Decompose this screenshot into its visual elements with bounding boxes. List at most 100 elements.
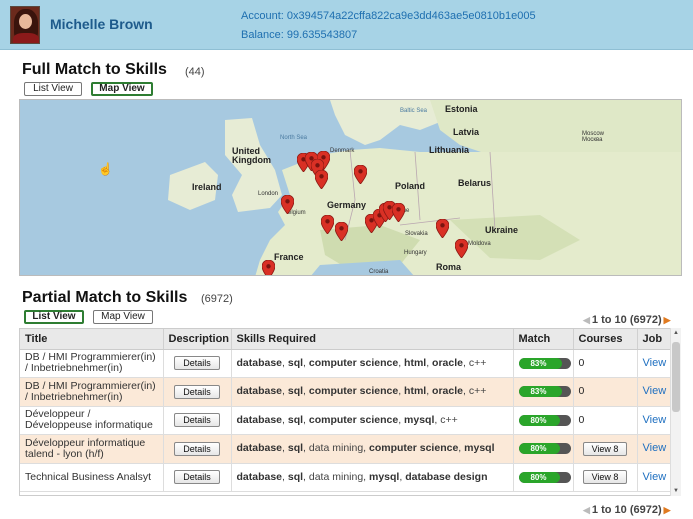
pager-bottom: ◀ 1 to 10 (6972) ▶ bbox=[583, 504, 671, 516]
next-page-icon[interactable]: ▶ bbox=[664, 315, 671, 325]
job-map[interactable]: Baltic Sea Estonia Latvia Moscow Москва … bbox=[19, 99, 682, 276]
view-job-link[interactable]: View bbox=[643, 357, 667, 369]
column-header-match[interactable]: Match bbox=[513, 329, 574, 350]
skills-cell: database, sql, data mining, mysql, datab… bbox=[231, 463, 514, 492]
courses-cell: 0 bbox=[573, 377, 638, 407]
map-pin-icon[interactable] bbox=[455, 239, 468, 258]
details-button[interactable]: Details bbox=[174, 384, 220, 399]
map-pin-icon[interactable] bbox=[281, 195, 294, 214]
column-header-job[interactable]: Job bbox=[637, 329, 672, 350]
job-title: DB / HMI Programmierer(in) / Inbetriebne… bbox=[20, 349, 164, 378]
partial-match-list-view-button[interactable]: List View bbox=[24, 310, 84, 324]
skill-match: sql bbox=[287, 356, 304, 369]
full-match-list-view-button[interactable]: List View bbox=[24, 82, 82, 96]
skill-match: database bbox=[236, 442, 283, 455]
pager-top: ◀ 1 to 10 (6972) ▶ bbox=[583, 314, 671, 326]
column-header-description[interactable]: Description bbox=[163, 329, 232, 350]
skill-match: computer science bbox=[308, 385, 399, 398]
table-row: Technical Business Analsyt Details databas… bbox=[20, 463, 672, 492]
table-header-row: Title Description Skills Required Match … bbox=[20, 329, 672, 350]
description-cell: Details bbox=[163, 377, 232, 407]
match-percent: 80% bbox=[530, 472, 547, 482]
view-job-link[interactable]: View bbox=[643, 442, 667, 454]
scroll-down-icon[interactable]: ▼ bbox=[671, 486, 681, 496]
view-job-link[interactable]: View bbox=[643, 414, 667, 426]
match-percent: 80% bbox=[530, 444, 547, 454]
scroll-up-icon[interactable]: ▲ bbox=[671, 328, 681, 338]
skill-text: , c++ bbox=[462, 356, 487, 369]
skill-match: oracle bbox=[432, 385, 463, 398]
pager-top-label: 1 to 10 (6972) bbox=[591, 314, 662, 326]
map-pin-icon[interactable] bbox=[354, 165, 367, 184]
skill-match: mysql bbox=[404, 413, 435, 426]
map-pin-icon[interactable] bbox=[335, 222, 348, 241]
skill-match: mysql bbox=[464, 442, 495, 455]
map-label-romania: Roma bbox=[436, 262, 462, 272]
details-button[interactable]: Details bbox=[174, 356, 220, 371]
skill-match: database bbox=[236, 413, 283, 426]
match-cell: 80% bbox=[513, 406, 574, 435]
table-scrollbar[interactable]: ▲ ▼ bbox=[670, 328, 681, 496]
skill-match: html bbox=[404, 385, 427, 398]
job-cell: View bbox=[637, 434, 672, 464]
details-button[interactable]: Details bbox=[174, 413, 220, 428]
view-job-link[interactable]: View bbox=[643, 471, 667, 483]
job-title: Développeur / Développeuse informatique bbox=[20, 406, 164, 435]
partial-match-map-view-button[interactable]: Map View bbox=[93, 310, 153, 324]
map-pin-icon[interactable] bbox=[392, 203, 405, 222]
job-cell: View bbox=[637, 406, 672, 435]
job-cell: View bbox=[637, 349, 672, 378]
partial-match-count: (6972) bbox=[201, 293, 233, 305]
skill-match: computer science bbox=[308, 413, 399, 426]
view-job-link[interactable]: View bbox=[643, 385, 667, 397]
view-courses-button[interactable]: View 8 bbox=[583, 441, 627, 456]
map-label-north-sea: North Sea bbox=[280, 135, 308, 141]
full-match-title: Full Match to Skills bbox=[22, 61, 167, 78]
skill-match: database bbox=[236, 356, 283, 369]
map-label-moscow: Moscow Москва bbox=[582, 131, 605, 143]
skills-cell: database, sql, data mining, computer sci… bbox=[231, 434, 514, 464]
description-cell: Details bbox=[163, 406, 232, 435]
previous-page-icon[interactable]: ◀ bbox=[583, 505, 590, 515]
skills-cell: database, sql, computer science, html, o… bbox=[231, 377, 514, 407]
previous-page-icon[interactable]: ◀ bbox=[583, 315, 590, 325]
skill-match: mysql bbox=[369, 470, 400, 483]
skill-text: , data mining, bbox=[303, 470, 369, 483]
column-header-title[interactable]: Title bbox=[20, 329, 164, 350]
map-pin-icon[interactable] bbox=[321, 215, 334, 234]
account-header: Michelle Brown Account: 0x394574a22cffa8… bbox=[0, 0, 693, 50]
map-label-baltic-sea: Baltic Sea bbox=[400, 108, 428, 114]
map-label-ukraine: Ukraine bbox=[485, 225, 519, 235]
user-name[interactable]: Michelle Brown bbox=[50, 16, 153, 32]
view-courses-button[interactable]: View 8 bbox=[583, 470, 627, 485]
match-cell: 83% bbox=[513, 349, 574, 378]
map-label-latvia: Latvia bbox=[453, 127, 480, 137]
map-pin-icon[interactable] bbox=[315, 170, 328, 189]
courses-cell: View 8 bbox=[573, 434, 638, 464]
map-pin-icon[interactable] bbox=[262, 260, 275, 275]
details-button[interactable]: Details bbox=[174, 470, 220, 485]
courses-count: 0 bbox=[578, 356, 585, 369]
partial-match-table: Title Description Skills Required Match … bbox=[19, 328, 681, 496]
scroll-thumb[interactable] bbox=[672, 342, 680, 412]
match-bar: 80% bbox=[518, 471, 571, 483]
column-header-skills[interactable]: Skills Required bbox=[231, 329, 514, 350]
avatar bbox=[10, 6, 40, 44]
skill-match: database design bbox=[405, 470, 488, 483]
match-percent: 83% bbox=[530, 358, 547, 368]
job-title: Technical Business Analsyt bbox=[20, 463, 164, 492]
next-page-icon[interactable]: ▶ bbox=[664, 505, 671, 515]
skill-text: , c++ bbox=[434, 413, 458, 426]
map-pin-icon[interactable] bbox=[436, 219, 449, 238]
job-cell: View bbox=[637, 377, 672, 407]
skill-match: computer science bbox=[308, 356, 399, 369]
courses-cell: 0 bbox=[573, 349, 638, 378]
full-match-map-view-button[interactable]: Map View bbox=[91, 82, 153, 96]
skill-match: sql bbox=[287, 442, 304, 455]
partial-match-title: Partial Match to Skills bbox=[22, 289, 188, 306]
skills-cell: database, sql, computer science, mysql, … bbox=[231, 406, 514, 435]
column-header-courses[interactable]: Courses bbox=[573, 329, 638, 350]
match-bar: 80% bbox=[518, 414, 571, 426]
details-button[interactable]: Details bbox=[174, 441, 220, 456]
account-balance: Balance: 99.635543807 bbox=[241, 29, 358, 41]
